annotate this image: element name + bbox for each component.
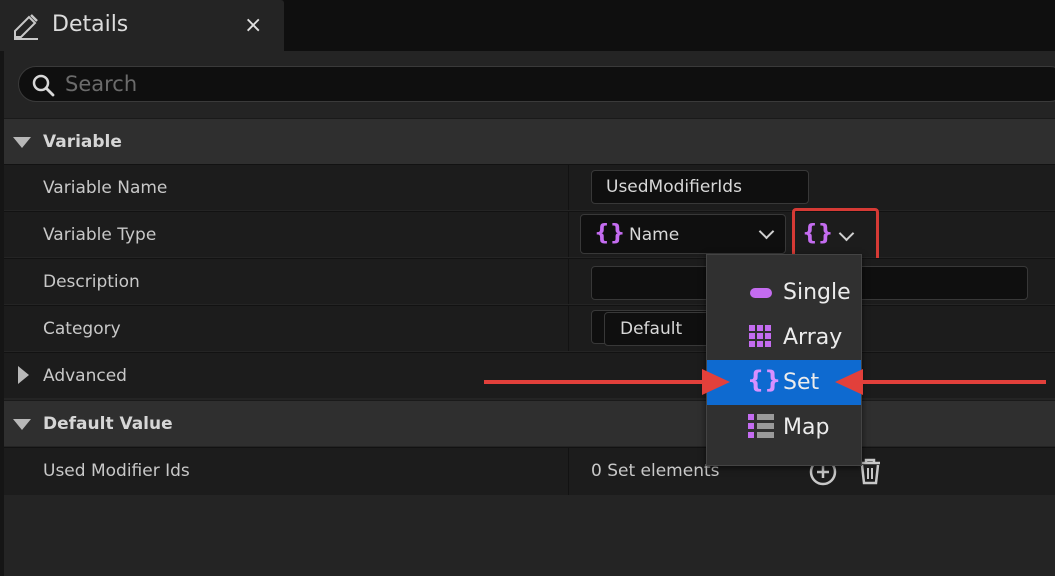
search-icon bbox=[32, 74, 55, 97]
section-variable[interactable]: Variable bbox=[4, 118, 1055, 164]
column-divider[interactable] bbox=[568, 306, 569, 351]
chevron-down-icon bbox=[758, 223, 775, 240]
annotation-arrow-left-neck bbox=[684, 380, 704, 384]
variable-type-value: Name bbox=[629, 225, 680, 245]
row-label: Used Modifier Ids bbox=[43, 461, 190, 481]
expand-arrow-icon bbox=[13, 419, 31, 430]
row-advanced[interactable]: Advanced bbox=[4, 352, 1055, 398]
search-bar bbox=[18, 66, 1055, 102]
menu-item-label: Single bbox=[783, 280, 851, 305]
variable-name-input[interactable] bbox=[592, 171, 808, 203]
section-label: Variable bbox=[43, 132, 122, 152]
expand-arrow-icon bbox=[18, 366, 29, 384]
row-variable-name: Variable Name bbox=[4, 164, 1055, 210]
menu-item-label: Set bbox=[783, 370, 820, 395]
row-label: Description bbox=[43, 272, 140, 292]
section-default-value[interactable]: Default Value bbox=[4, 400, 1055, 446]
edit-pencil-icon bbox=[14, 14, 38, 40]
menu-item-map[interactable]: Map bbox=[707, 405, 861, 450]
map-list-icon bbox=[748, 414, 774, 438]
annotation-arrow-right-neck bbox=[862, 380, 888, 384]
column-divider[interactable] bbox=[568, 448, 569, 495]
container-type-menu: Single Array {} Set Map bbox=[706, 254, 862, 466]
tab-details[interactable]: Details × bbox=[0, 0, 284, 51]
annotation-arrow-right-head bbox=[835, 369, 863, 395]
column-divider[interactable] bbox=[568, 259, 569, 304]
braces-icon: {} bbox=[802, 221, 834, 246]
category-dropdown[interactable]: Default bbox=[604, 312, 714, 346]
chevron-down-icon bbox=[838, 225, 855, 242]
annotation-arrow-right-shaft bbox=[886, 380, 1046, 384]
braces-icon: {} bbox=[747, 366, 782, 394]
tab-title: Details bbox=[52, 12, 129, 37]
set-elements-count: 0 Set elements bbox=[591, 461, 720, 481]
column-divider[interactable] bbox=[568, 165, 569, 210]
annotation-arrow-left-shaft bbox=[484, 380, 684, 384]
row-category: Category bbox=[4, 305, 1055, 351]
search-input[interactable] bbox=[65, 67, 1055, 101]
variable-name-field[interactable] bbox=[591, 170, 809, 204]
row-used-modifier-ids: Used Modifier Ids bbox=[4, 447, 1055, 495]
row-label: Variable Name bbox=[43, 178, 168, 198]
menu-item-array[interactable]: Array bbox=[707, 315, 861, 360]
menu-item-label: Map bbox=[783, 415, 830, 440]
expand-arrow-icon bbox=[13, 137, 31, 148]
close-icon[interactable]: × bbox=[244, 14, 262, 38]
section-label: Default Value bbox=[43, 414, 173, 434]
row-variable-type: Variable Type bbox=[4, 211, 1055, 257]
menu-item-single[interactable]: Single bbox=[707, 270, 861, 315]
menu-item-label: Array bbox=[783, 325, 843, 350]
row-label: Advanced bbox=[43, 366, 127, 386]
row-label: Category bbox=[43, 319, 121, 339]
single-pill-icon bbox=[750, 288, 772, 298]
annotation-arrow-left-head bbox=[702, 369, 730, 395]
column-divider[interactable] bbox=[568, 212, 569, 257]
row-label: Variable Type bbox=[43, 225, 157, 245]
variable-type-dropdown[interactable]: {} Name bbox=[580, 214, 786, 254]
braces-icon: {} bbox=[594, 221, 626, 246]
tab-bar: Details × bbox=[0, 0, 1055, 51]
array-grid-icon bbox=[749, 325, 771, 347]
